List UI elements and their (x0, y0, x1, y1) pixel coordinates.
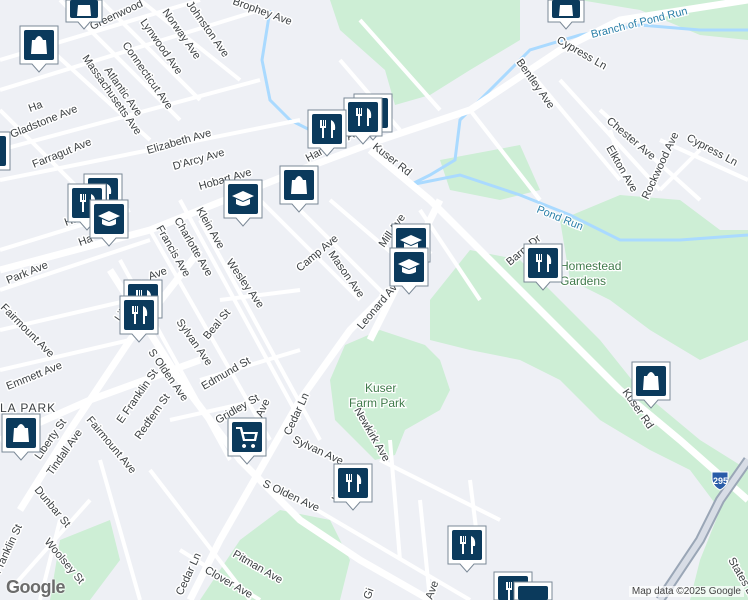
park-label-line2: Gardens (560, 274, 606, 288)
google-logo[interactable]: Google (6, 577, 66, 598)
shopping-bag-icon (559, 5, 573, 16)
shopping-bag-icon (77, 5, 91, 16)
map-canvas[interactable]: 295 Brophey Ave Johnston Ave Greenwood N… (0, 0, 748, 600)
restaurant-pin[interactable] (0, 131, 11, 171)
park-label-line1: Homestead (560, 259, 621, 273)
park-label-line1: Kuser (365, 381, 396, 395)
area-label: LA PARK (0, 401, 56, 415)
restaurant-pin[interactable] (513, 581, 553, 600)
highway-shield-label: 295 (713, 476, 728, 486)
park-label-line2: Farm Park (349, 396, 406, 410)
map-attribution: Map data ©2025 Google (628, 586, 744, 597)
